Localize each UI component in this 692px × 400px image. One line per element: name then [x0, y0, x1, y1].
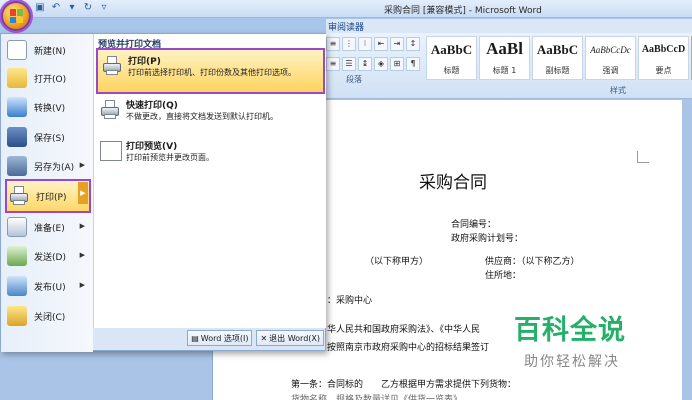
dropdown-arrow-icon[interactable]: ▾ — [66, 2, 78, 14]
submenu-arrow-icon: ▶ — [79, 281, 85, 289]
style-emphasis[interactable]: AaBbCcDc 强调 — [585, 36, 636, 80]
printer-icon — [9, 186, 29, 206]
option-quick-print[interactable]: 快速打印(Q) 不做更改，直接将文档发送到默认打印机。 — [96, 94, 325, 134]
menu-item-new[interactable]: 新建(N) — [5, 36, 91, 64]
submenu-arrow-icon: ▶ — [79, 251, 85, 259]
submenu-arrow-icon: ▶ — [79, 222, 85, 230]
office-button[interactable] — [1, 1, 31, 31]
multilevel-list-icon[interactable]: ⁝ — [358, 37, 372, 51]
style-heading-1[interactable]: AaBl 标题 1 — [479, 36, 530, 80]
menu-item-prepare[interactable]: 准备(E) ▶ — [5, 213, 91, 241]
office-menu: 新建(N) 打开(O) 转换(V) 保存(S) 另存为(A) ▶ 打印(P) ▶ — [0, 33, 326, 352]
increase-indent-icon[interactable]: ⇥ — [390, 37, 404, 51]
decrease-indent-icon[interactable]: ⇤ — [374, 37, 388, 51]
convert-icon — [7, 97, 27, 117]
menu-item-open[interactable]: 打开(O) — [5, 64, 91, 92]
title-bar: ▣ ↶ ▾ ↻ ▿ 采购合同 [兼容模式] - Microsoft Word — [0, 0, 692, 18]
menu-item-save[interactable]: 保存(S) — [5, 123, 91, 151]
menu-item-print[interactable]: 打印(P) ▶ — [5, 179, 91, 213]
line-spacing-icon[interactable]: ↨ — [358, 57, 372, 71]
paragraph-group: ≡ ⋮ ⁝ ⇤ ⇥ ↕ ≡ ☰ ↨ ◈ ⊞ ¶ 段落 — [326, 37, 420, 87]
save-as-icon — [7, 156, 27, 176]
align-left-icon[interactable]: ≡ — [326, 57, 340, 71]
doc-line-bid: 按照南京市政府采购中心的招标结果签订 — [327, 343, 490, 353]
printer-icon — [102, 56, 124, 76]
bullets-icon[interactable]: ≡ — [326, 37, 340, 51]
quick-print-icon — [100, 100, 122, 120]
watermark-title: 百科全说 — [514, 315, 626, 346]
sort-icon[interactable]: ↕ — [406, 37, 420, 51]
submenu-arrow-icon: ▶ — [78, 182, 88, 204]
options-icon: ▤ — [191, 333, 199, 343]
justify-icon[interactable]: ☰ — [342, 57, 356, 71]
menu-item-publish[interactable]: 发布(U) ▶ — [5, 272, 91, 300]
borders-icon[interactable]: ⊞ — [390, 57, 404, 71]
party-a: （以下称甲方） — [365, 257, 429, 267]
office-logo-icon — [10, 9, 23, 23]
quick-access-toolbar: ▣ ↶ ▾ ↻ ▿ — [34, 2, 110, 14]
contract-number: 合同编号： — [451, 220, 497, 230]
shading-icon[interactable]: ◈ — [374, 57, 388, 71]
save-icon[interactable]: ▣ — [34, 2, 46, 14]
office-menu-footer: ▤ Word 选项(I) ✕ 退出 Word(X) — [93, 330, 326, 350]
submenu-arrow-icon: ▶ — [79, 161, 85, 169]
new-document-icon — [7, 40, 27, 60]
doc-line-center: ：采购中心 — [327, 296, 373, 306]
clause-1-continued: 货物名称、规格及数量详见《供货一览表》 — [291, 395, 463, 400]
style-strong[interactable]: AaBbCcD 要点 — [638, 36, 689, 80]
ribbon: ≡ ⋮ ⁝ ⇤ ⇥ ↕ ≡ ☰ ↨ ◈ ⊞ ¶ 段落 AaBbC 标题 AaBl… — [326, 33, 692, 99]
styles-gallery: AaBbC 标题 AaBl 标题 1 AaBbC 副标题 AaBbCcDc 强调… — [426, 36, 692, 80]
menu-item-send[interactable]: 发送(D) ▶ — [5, 242, 91, 270]
paragraph-group-label: 段落 — [346, 75, 362, 84]
exit-icon: ✕ — [260, 333, 268, 343]
style-title[interactable]: AaBbC 标题 — [426, 36, 477, 80]
tab-reader[interactable]: 审阅读器 — [328, 20, 364, 33]
menu-item-save-as[interactable]: 另存为(A) ▶ — [5, 152, 91, 180]
margin-marker — [637, 151, 649, 163]
close-folder-icon — [7, 306, 27, 326]
option-print[interactable]: 打印(P) 打印前选择打印机、打印份数及其他打印选项。 — [96, 48, 325, 94]
supplier: 供应商：（以下称乙方） — [485, 257, 580, 267]
menu-item-close[interactable]: 关闭(C) — [5, 302, 91, 330]
style-subtitle[interactable]: AaBbC 副标题 — [532, 36, 583, 80]
exit-word-button[interactable]: ✕ 退出 Word(X) — [256, 330, 324, 346]
publish-icon — [7, 276, 27, 296]
ribbon-tabs: 审阅读器 — [326, 19, 692, 33]
prepare-icon — [7, 217, 27, 237]
menu-item-convert[interactable]: 转换(V) — [5, 93, 91, 121]
office-menu-commands: 新建(N) 打开(O) 转换(V) 保存(S) 另存为(A) ▶ 打印(P) ▶ — [1, 34, 93, 352]
styles-group-label: 样式 — [610, 86, 626, 95]
undo-icon[interactable]: ↶ — [50, 2, 62, 14]
open-folder-icon — [7, 68, 27, 88]
watermark-subtitle: 助你轻松解决 — [524, 354, 620, 370]
document-title: 采购合同 — [419, 173, 487, 193]
print-submenu: 预览并打印文档 打印(P) 打印前选择打印机、打印份数及其他打印选项。 快速打印… — [93, 34, 326, 328]
window-title: 采购合同 [兼容模式] - Microsoft Word — [384, 6, 542, 16]
procurement-number: 政府采购计划号： — [451, 234, 524, 244]
doc-line-law: 华人民共和国政府采购法》、《中华人民 — [327, 325, 481, 335]
send-icon — [7, 246, 27, 266]
word-options-button[interactable]: ▤ Word 选项(I) — [187, 330, 253, 346]
print-preview-icon — [100, 141, 122, 161]
address: 住所地： — [485, 271, 522, 281]
option-print-preview[interactable]: 打印预览(V) 打印前预览并更改页面。 — [96, 135, 325, 175]
redo-icon[interactable]: ↻ — [82, 2, 94, 14]
watermark: 百科全说 助你轻松解决 — [514, 308, 626, 371]
customize-qat-icon[interactable]: ▿ — [98, 2, 110, 14]
numbering-icon[interactable]: ⋮ — [342, 37, 356, 51]
show-marks-icon[interactable]: ¶ — [406, 57, 420, 71]
clause-1: 第一条：合同标的 乙方根据甲方需求提供下列货物： — [291, 380, 517, 390]
save-icon — [7, 127, 27, 147]
